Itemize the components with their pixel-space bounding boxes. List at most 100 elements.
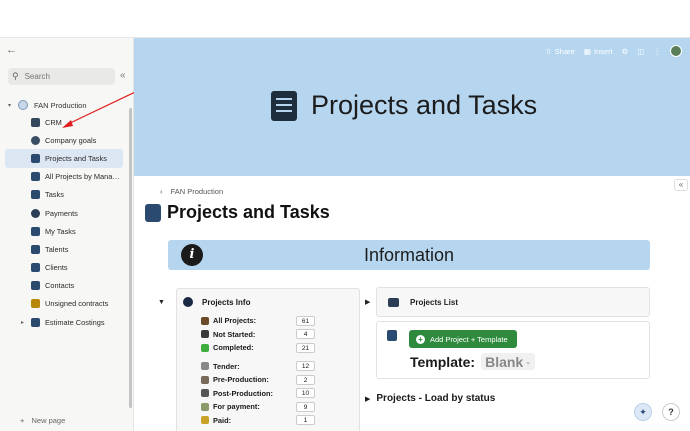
stat-label: Not Started: bbox=[213, 329, 256, 339]
calculator-icon bbox=[387, 330, 397, 341]
page-title-text: Projects and Tasks bbox=[167, 202, 330, 222]
stat-for-payment: For payment: 9 bbox=[201, 400, 357, 414]
sidebar-item-label: Unsigned contracts bbox=[45, 299, 109, 309]
sidebar-item-talents[interactable]: Talents bbox=[5, 240, 123, 258]
clipboard-list-icon bbox=[145, 203, 161, 222]
briefcase-icon bbox=[201, 316, 209, 325]
sidebar-item-all-projects[interactable]: All Projects by Mana… bbox=[5, 168, 123, 186]
sidebar-item-clients[interactable]: Clients bbox=[5, 259, 123, 277]
help-button[interactable]: ? bbox=[662, 403, 680, 421]
calculator-icon bbox=[31, 317, 40, 327]
template-label: Template: bbox=[410, 353, 476, 370]
stat-label: Pre-Production: bbox=[213, 375, 269, 385]
clipboard-list-icon bbox=[31, 172, 40, 182]
check-box-icon bbox=[201, 343, 209, 352]
add-project-label: Add Project + Template bbox=[430, 334, 508, 344]
share-label: Share bbox=[554, 46, 575, 56]
sidebar-item-label: Company goals bbox=[45, 135, 97, 145]
collapse-right-panel-icon[interactable]: « bbox=[674, 179, 688, 191]
briefcase-icon bbox=[388, 298, 399, 307]
search-icon: ⚲ bbox=[12, 71, 19, 81]
load-by-status-label: Projects - Load by status bbox=[376, 393, 496, 404]
sidebar-nav: CRM Company goals Projects and Tasks All… bbox=[5, 113, 123, 331]
space-logo-icon bbox=[18, 100, 28, 110]
cover-title-text: Projects and Tasks bbox=[311, 90, 538, 120]
chevron-down-icon: ⌄ bbox=[525, 358, 532, 366]
stat-not-started: Not Started: 4 bbox=[201, 328, 357, 342]
new-page-button[interactable]: + New page bbox=[20, 416, 65, 425]
contact-book-icon bbox=[31, 281, 40, 291]
stat-all-projects: All Projects: 61 bbox=[201, 314, 357, 328]
signature-icon bbox=[31, 299, 40, 309]
top-strip bbox=[0, 0, 690, 38]
avatar[interactable] bbox=[670, 45, 682, 57]
stat-value: 12 bbox=[296, 361, 315, 372]
stopwatch-icon bbox=[201, 330, 209, 339]
sidebar-item-estimate-costings[interactable]: ▸ Estimate Costings bbox=[5, 313, 123, 331]
sidebar-item-tasks[interactable]: Tasks bbox=[5, 186, 123, 204]
stat-value: 9 bbox=[296, 401, 315, 412]
stat-label: All Projects: bbox=[213, 316, 257, 326]
toggle-right-icon: ▶ bbox=[365, 395, 371, 403]
toggle-right-icon[interactable]: ▶ bbox=[365, 298, 370, 306]
money-wings-icon bbox=[201, 402, 209, 411]
sidebar-item-projects-and-tasks[interactable]: Projects and Tasks bbox=[5, 149, 123, 168]
sidebar-item-contacts[interactable]: Contacts bbox=[5, 277, 123, 295]
info-icon: i bbox=[181, 244, 203, 266]
information-label: Information bbox=[363, 244, 455, 265]
load-by-status-toggle[interactable]: ▶ Projects - Load by status bbox=[365, 393, 495, 404]
search-input[interactable] bbox=[24, 72, 95, 81]
sidebar-item-label: All Projects by Mana… bbox=[45, 172, 120, 182]
more-icon[interactable]: ⋮ bbox=[654, 47, 662, 56]
crossed-swords-icon bbox=[201, 362, 209, 371]
information-banner: Information i bbox=[168, 240, 650, 270]
ai-sparkle-button[interactable]: ✦ bbox=[634, 403, 652, 421]
plus-icon: + bbox=[20, 416, 25, 425]
template-row: Template: Blank ⌄ bbox=[410, 353, 536, 370]
share-button[interactable]: ⇧ Share bbox=[546, 47, 575, 56]
sidebar-item-label: Talents bbox=[45, 244, 69, 254]
target-icon bbox=[31, 135, 40, 145]
sidebar-item-payments[interactable]: Payments bbox=[5, 204, 123, 222]
people-icon bbox=[31, 263, 40, 273]
sidebar-scrollbar[interactable] bbox=[129, 108, 132, 408]
collapse-sidebar-icon[interactable]: « bbox=[120, 70, 126, 81]
stats-list: All Projects: 61 Not Started: 4 Complete… bbox=[201, 314, 357, 427]
stat-label: Tender: bbox=[213, 361, 240, 371]
stat-label: Post-Production: bbox=[213, 388, 273, 398]
info-icon bbox=[183, 297, 193, 307]
stat-value: 61 bbox=[296, 315, 315, 326]
projects-info-card: Projects Info All Projects: 61 Not Start… bbox=[176, 288, 360, 431]
stat-value: 4 bbox=[296, 329, 315, 340]
sidebar-item-label: Contacts bbox=[45, 281, 75, 291]
template-select[interactable]: Blank ⌄ bbox=[481, 353, 536, 370]
film-frames-icon bbox=[201, 375, 209, 384]
insert-button[interactable]: ▦ Insert bbox=[584, 47, 613, 56]
breadcrumb[interactable]: ‹ FAN Production bbox=[160, 187, 223, 196]
sidebar-item-label: Payments bbox=[45, 208, 78, 218]
stat-label: Completed: bbox=[213, 343, 254, 353]
page-toolbar: ⇧ Share ▦ Insert ⚙ ◫ ⋮ bbox=[546, 45, 682, 57]
cover-title: Projects and Tasks bbox=[271, 90, 537, 121]
sidebar-item-unsigned-contracts[interactable]: Unsigned contracts bbox=[5, 295, 123, 313]
projects-list-card[interactable]: Projects List bbox=[376, 287, 650, 317]
projects-list-title: Projects List bbox=[410, 298, 459, 307]
comment-icon[interactable]: ◫ bbox=[637, 47, 644, 56]
sidebar-item-label: Projects and Tasks bbox=[45, 153, 107, 163]
people-icon bbox=[31, 244, 40, 254]
clipboard-list-icon bbox=[31, 190, 40, 200]
gear-icon[interactable]: ⚙ bbox=[622, 47, 629, 56]
dollar-icon bbox=[31, 208, 40, 218]
stat-label: Paid: bbox=[213, 415, 232, 425]
sidebar-item-company-goals[interactable]: Company goals bbox=[5, 131, 123, 149]
chevron-right-icon[interactable]: ▸ bbox=[21, 319, 24, 326]
stat-value: 21 bbox=[296, 342, 315, 353]
stat-pre-production: Pre-Production: 2 bbox=[201, 373, 357, 387]
chevron-down-icon[interactable]: ▾ bbox=[8, 102, 18, 109]
sidebar-item-label: Estimate Costings bbox=[45, 317, 105, 327]
add-project-template-button[interactable]: + Add Project + Template bbox=[409, 330, 517, 348]
back-arrow-icon[interactable]: ← bbox=[6, 44, 20, 58]
page-title: Projects and Tasks bbox=[145, 202, 330, 223]
toggle-down-icon[interactable]: ▼ bbox=[158, 299, 165, 306]
sidebar-item-my-tasks[interactable]: My Tasks bbox=[5, 222, 123, 240]
